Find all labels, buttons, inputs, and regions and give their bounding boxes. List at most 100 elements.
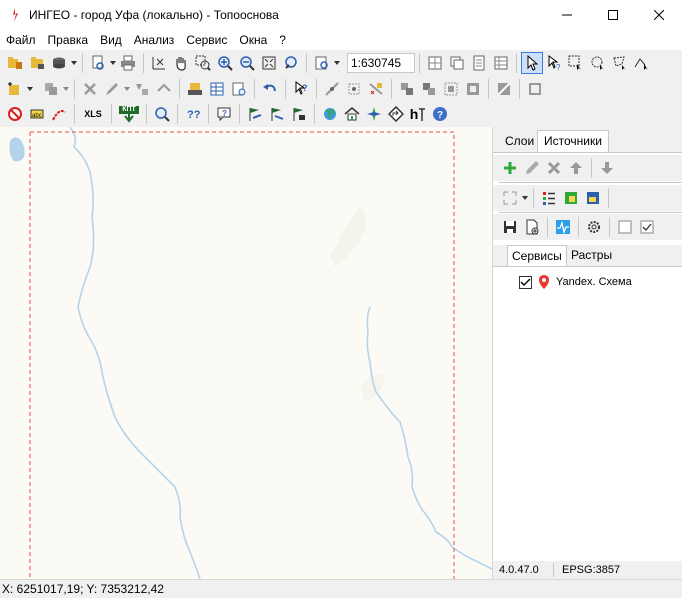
zoom-extent-button[interactable] [258,52,280,74]
database-dropdown[interactable] [70,52,78,74]
tab-services[interactable]: Сервисы [507,245,567,267]
check-all-button[interactable] [636,216,658,238]
open-project-button[interactable] [26,52,48,74]
delete-source-button[interactable] [543,157,565,179]
topology-button-3[interactable] [440,78,462,100]
new-object-button[interactable] [4,78,26,100]
open-folder-button[interactable] [4,52,26,74]
help-button[interactable]: ? [429,103,451,125]
layout-button-2[interactable] [446,52,468,74]
frame-button[interactable] [524,78,546,100]
select-circle-button[interactable] [587,52,609,74]
label-button[interactable]: abc [26,103,48,125]
kpt-import-button[interactable]: КПТ [116,103,142,125]
menu-service[interactable]: Сервис [180,30,233,50]
snap-button-3[interactable] [365,78,387,100]
source-checkbox[interactable] [519,275,532,289]
rotate-object-button[interactable] [153,78,175,100]
zoom-out-button[interactable] [236,52,258,74]
minimize-button[interactable] [544,0,590,30]
help-pointer-button[interactable]: ? [290,78,312,100]
print-button[interactable] [117,52,139,74]
layout-button-4[interactable] [490,52,512,74]
map-canvas[interactable] [0,127,492,579]
new-object-dropdown[interactable] [26,78,34,100]
copy-object-button[interactable] [40,78,62,100]
select-polygon-button[interactable] [609,52,631,74]
tab-layers[interactable]: Слои [499,131,540,153]
search-button[interactable] [151,103,173,125]
add-source-button[interactable] [499,157,521,179]
road-button[interactable] [48,103,70,125]
height-button[interactable]: h [407,103,429,125]
menu-analysis[interactable]: Анализ [128,30,181,50]
coordinate-tool-button[interactable] [148,52,170,74]
navigation-button[interactable] [385,103,407,125]
topology-button-2[interactable] [418,78,440,100]
move-up-button[interactable] [565,157,587,179]
tab-rasters[interactable]: Растры [567,245,616,267]
uncheck-all-button[interactable] [614,216,636,238]
move-down-button[interactable] [596,157,618,179]
database-button[interactable] [48,52,70,74]
query-button[interactable] [228,78,250,100]
new-document-button[interactable] [521,216,543,238]
zoom-previous-button[interactable] [280,52,302,74]
edit-object-button[interactable] [101,78,123,100]
edit-source-button[interactable] [521,157,543,179]
maximize-button[interactable] [590,0,636,30]
delete-object-button[interactable] [79,78,101,100]
copy-object-dropdown[interactable] [62,78,70,100]
pan-button[interactable] [170,52,192,74]
extent-button[interactable] [499,187,521,209]
layout-button-3[interactable] [468,52,490,74]
compass-button[interactable] [363,103,385,125]
home-button[interactable] [341,103,363,125]
list-item[interactable]: Yandex. Схема [493,271,682,293]
transparency-button[interactable] [493,78,515,100]
undo-button[interactable] [259,78,281,100]
tab-sources[interactable]: Источники [537,130,609,153]
menu-edit[interactable]: Правка [42,30,95,50]
identify-tool-button[interactable]: ? [543,52,565,74]
topology-button-1[interactable] [396,78,418,100]
edit-object-dropdown[interactable] [123,78,131,100]
select-tool-button[interactable] [521,52,543,74]
menu-help[interactable]: ? [273,30,292,50]
web-map-button[interactable] [319,103,341,125]
scale-menu-button[interactable] [311,52,333,74]
menu-file[interactable]: Файл [0,30,42,50]
move-object-button[interactable] [131,78,153,100]
extent-dropdown[interactable] [521,187,529,209]
scale-input[interactable]: 1:630745 [347,53,415,73]
signal-button[interactable] [552,216,574,238]
save-button[interactable] [499,216,521,238]
preview-dropdown[interactable] [109,52,117,74]
comments-button[interactable]: ? [213,103,235,125]
route-button-2[interactable] [266,103,288,125]
topology-button-4[interactable] [462,78,484,100]
export-xls-button[interactable]: XLS [79,103,107,125]
raster-settings-button[interactable] [582,187,604,209]
select-line-button[interactable] [631,52,653,74]
route-button-3[interactable] [288,103,310,125]
route-button-1[interactable] [244,103,266,125]
zoom-rect-button[interactable] [192,52,214,74]
layout-button-1[interactable] [424,52,446,74]
attribute-table-button[interactable] [206,78,228,100]
legend-button[interactable] [538,187,560,209]
zoom-in-button[interactable] [214,52,236,74]
print-preview-button[interactable] [87,52,109,74]
properties-button[interactable] [184,78,206,100]
settings-button[interactable] [583,216,605,238]
close-button[interactable] [636,0,682,30]
no-entry-button[interactable] [4,103,26,125]
snap-button-2[interactable] [343,78,365,100]
identify-objects-button[interactable]: ?? [182,103,204,125]
snap-button-1[interactable] [321,78,343,100]
menu-view[interactable]: Вид [94,30,128,50]
scale-dropdown[interactable] [333,52,341,74]
select-rect-button[interactable] [565,52,587,74]
raster-button[interactable] [560,187,582,209]
menu-windows[interactable]: Окна [233,30,273,50]
